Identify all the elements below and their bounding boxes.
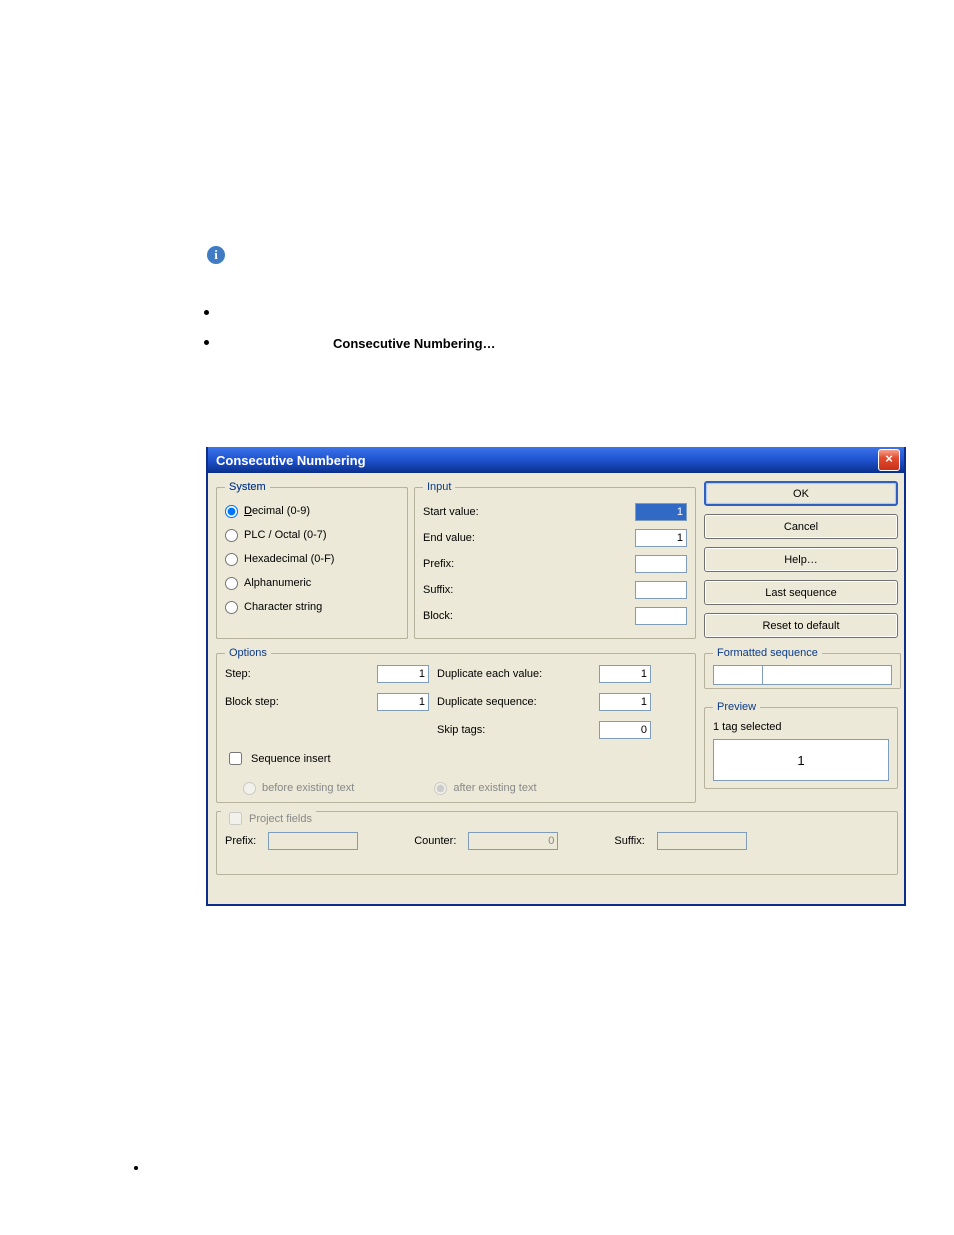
preview-value: 1 — [713, 739, 889, 781]
project-fields-legend: Project fields — [249, 813, 312, 825]
formatted-legend: Formatted sequence — [713, 647, 822, 659]
consecutive-numbering-dialog: Consecutive Numbering × System Ddocument… — [206, 447, 906, 906]
label-dup-seq: Duplicate sequence: — [437, 696, 587, 708]
cancel-button[interactable]: Cancel — [704, 514, 898, 539]
radio-before-text — [243, 782, 256, 795]
proj-suffix-field — [657, 832, 747, 850]
radio-after-text — [434, 782, 447, 795]
end-value-field[interactable] — [635, 529, 687, 547]
info-icon: i — [207, 246, 225, 264]
dialog-title: Consecutive Numbering — [216, 453, 366, 468]
skip-tags-field[interactable] — [599, 721, 651, 739]
suffix-field[interactable] — [635, 581, 687, 599]
last-sequence-button[interactable]: Last sequence — [704, 580, 898, 605]
block-step-field[interactable] — [377, 693, 429, 711]
radio-decimal[interactable] — [225, 505, 238, 518]
bullet-icon — [134, 1166, 138, 1170]
radio-hex[interactable] — [225, 553, 238, 566]
step-field[interactable] — [377, 665, 429, 683]
formatted-box-right[interactable] — [762, 665, 892, 685]
proj-prefix-field — [268, 832, 358, 850]
reset-default-button[interactable]: Reset to default — [704, 613, 898, 638]
label-hex: Hexadecimal (0-F) — [244, 553, 334, 565]
proj-counter-field — [468, 832, 558, 850]
start-value-field[interactable] — [635, 503, 687, 521]
sequence-insert-checkbox[interactable] — [229, 752, 242, 765]
label-step: Step: — [225, 668, 365, 680]
label-before-text: before existing text — [262, 782, 354, 794]
preview-group: Preview 1 tag selected 1 — [704, 701, 898, 789]
dup-value-field[interactable] — [599, 665, 651, 683]
preview-legend: Preview — [713, 701, 760, 713]
label-prefix: Prefix: — [423, 558, 454, 570]
label-alpha: Alphanumeric — [244, 577, 311, 589]
radio-alpha[interactable] — [225, 577, 238, 590]
label-proj-counter: Counter: — [414, 835, 456, 847]
help-button[interactable]: Help… — [704, 547, 898, 572]
label-dup-value: Duplicate each value: — [437, 668, 587, 680]
input-legend: Input — [423, 481, 455, 493]
formatted-box-left[interactable] — [713, 665, 762, 685]
label-suffix: Suffix: — [423, 584, 453, 596]
label-proj-prefix: Prefix: — [225, 835, 256, 847]
dup-seq-field[interactable] — [599, 693, 651, 711]
project-fields-checkbox — [229, 812, 242, 825]
bullet-icon — [204, 310, 209, 315]
label-proj-suffix: Suffix: — [614, 835, 644, 847]
label-plc: PLC / Octal (0-7) — [244, 529, 327, 541]
input-group: Input Start value: End value: Prefix: Su… — [414, 481, 696, 639]
system-group: System Decimal (0-9) PLC / Octal (0-7) H… — [216, 481, 408, 639]
radio-charstr[interactable] — [225, 601, 238, 614]
prefix-field[interactable] — [635, 555, 687, 573]
label-block-step: Block step: — [225, 696, 365, 708]
preview-status: 1 tag selected — [713, 721, 889, 733]
radio-plc[interactable] — [225, 529, 238, 542]
label-after-text: after existing text — [453, 782, 536, 794]
close-icon[interactable]: × — [878, 449, 900, 471]
system-legend: System — [225, 481, 270, 493]
label-decimal: Decimal (0-9) — [244, 505, 310, 517]
label-sequence-insert: Sequence insert — [251, 753, 331, 765]
ok-button[interactable]: OK — [704, 481, 898, 506]
project-fields-group: Project fields Prefix: Counter: Suffix: — [216, 811, 898, 875]
button-column: OK Cancel Help… Last sequence Reset to d… — [704, 481, 898, 646]
label-block: Block: — [423, 610, 453, 622]
menu-context-text: Consecutive Numbering… — [333, 336, 496, 351]
label-end-value: End value: — [423, 532, 475, 544]
bullet-icon — [204, 340, 209, 345]
label-charstr: Character string — [244, 601, 322, 613]
titlebar: Consecutive Numbering × — [208, 447, 904, 473]
formatted-sequence-group: Formatted sequence — [704, 647, 901, 689]
block-field[interactable] — [635, 607, 687, 625]
label-skip-tags: Skip tags: — [437, 724, 587, 736]
label-start-value: Start value: — [423, 506, 479, 518]
options-legend: Options — [225, 647, 271, 659]
options-group: Options Step: Duplicate each value: Bloc… — [216, 647, 696, 803]
